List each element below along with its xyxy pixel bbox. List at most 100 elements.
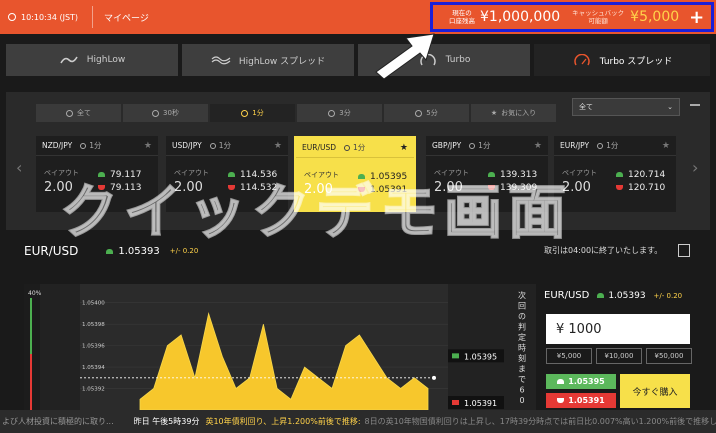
card-pair: EUR/USD — [302, 143, 336, 152]
payout-value: 2.00 — [44, 180, 73, 195]
low-price: 139.309 — [488, 181, 537, 194]
up-icon — [106, 248, 114, 254]
clock-icon — [415, 109, 423, 117]
tab-highlow-spread[interactable]: HighLow スプレッド — [182, 44, 354, 76]
trade-change: +/- 0.20 — [653, 291, 683, 300]
quick-amount-5000[interactable]: ¥5,000 — [546, 348, 592, 364]
up-icon — [557, 379, 565, 384]
app-root: 10:10:34 (JST) マイページ 現在の 口座残高 ¥1,000,000… — [0, 0, 716, 433]
asset-card-eurusd[interactable]: EUR/USD 1分 ★ ペイアウト 2.00 1.05395 1.05391 — [294, 136, 416, 212]
star-icon[interactable]: ★ — [400, 143, 408, 153]
chart-canvas: 40% 1.05400 1.05398 1.05396 1.05394 1.05392 1.… — [24, 284, 526, 410]
countdown-char: 回 — [518, 302, 526, 311]
price-chart[interactable]: 40% 1.05400 1.05398 1.05396 1.05394 1.05392 1.… — [24, 284, 536, 410]
chevron-left-icon[interactable]: ‹ — [16, 158, 22, 177]
product-tabs: HighLow HighLow スプレッド Turbo Turbo スプレッド — [0, 44, 716, 76]
quick-amount-50000[interactable]: ¥50,000 — [646, 348, 692, 364]
quote-price: 1.05393 — [106, 246, 160, 257]
card-pair: GBP/JPY — [432, 141, 462, 150]
down-icon — [228, 185, 235, 190]
deposit-plus-button[interactable]: + — [689, 7, 704, 28]
high-price: 139.313 — [488, 168, 537, 181]
low-ratio-bar — [30, 354, 32, 410]
period-all[interactable]: 全て — [36, 104, 121, 122]
up-icon — [228, 172, 235, 177]
up-icon — [452, 353, 459, 359]
star-icon[interactable]: ★ — [144, 141, 152, 151]
expiry-note: 取引は04:00に終了いたします。 — [544, 246, 663, 255]
countdown-char: 6 — [519, 386, 524, 395]
period-1m[interactable]: 1分 — [210, 104, 295, 122]
down-icon — [358, 187, 365, 192]
mypage-link[interactable]: マイページ — [104, 0, 149, 34]
spread-icon — [211, 56, 231, 65]
period-5m[interactable]: 5分 — [384, 104, 469, 122]
down-icon — [488, 185, 495, 190]
low-button[interactable]: 1.05391 — [546, 393, 616, 408]
countdown-char: 時 — [518, 344, 526, 353]
top-bar: 10:10:34 (JST) マイページ 現在の 口座残高 ¥1,000,000… — [0, 0, 716, 34]
asset-card-nzdjpy[interactable]: NZD/JPY 1分 ★ ペイアウト 2.00 79.117 79.113 — [36, 136, 158, 212]
low-price: 114.532 — [228, 181, 277, 194]
countdown-char: 判 — [518, 322, 526, 332]
countdown-char: 0 — [519, 396, 524, 405]
asset-card-usdjpy[interactable]: USD/JPY 1分 ★ ペイアウト 2.00 114.536 114.532 — [166, 136, 288, 212]
asset-card-eurjpy[interactable]: EUR/JPY 1分 ★ ペイアウト 2.00 120.714 120.710 — [554, 136, 676, 212]
amount-input[interactable]: ¥ 1000 — [546, 314, 690, 344]
countdown-char: で — [518, 375, 526, 384]
chevron-right-icon[interactable]: › — [692, 158, 698, 177]
high-price: 1.05395 — [358, 170, 407, 183]
clock-icon — [241, 109, 249, 117]
down-icon — [616, 185, 623, 190]
balance-value: ¥1,000,000 — [480, 9, 561, 25]
up-icon — [358, 174, 365, 179]
down-icon — [98, 185, 105, 190]
info-icon[interactable] — [678, 244, 690, 257]
payout-label: ペイアウト — [44, 169, 79, 177]
period-3m[interactable]: 3分 — [297, 104, 382, 122]
payout-value: 2.00 — [562, 180, 591, 195]
payout-value: 2.00 — [434, 180, 463, 195]
y-tick-label: 1.05400 — [82, 301, 105, 307]
low-price: 79.113 — [98, 181, 142, 194]
quote-pair: EUR/USD — [24, 244, 79, 258]
low-price: 1.05391 — [358, 183, 407, 196]
trade-price: 1.05393 — [597, 291, 646, 301]
clock-icon — [328, 109, 336, 117]
star-icon[interactable]: ★ — [274, 141, 282, 151]
y-tick-label: 1.05392 — [82, 387, 105, 393]
high-button[interactable]: 1.05395 — [546, 374, 616, 389]
low-price: 120.710 — [616, 181, 665, 194]
high-price: 79.117 — [98, 168, 142, 181]
period-filter: 全て 30秒 1分 3分 5分 ★ お気に入り — [36, 104, 556, 122]
pointer-arrow-icon — [375, 33, 435, 80]
collapse-icon[interactable] — [690, 104, 700, 106]
low-tag-label: 1.05391 — [464, 399, 497, 408]
news-ticker[interactable]: よび人材投資に積極的に取り... 昨日 午後5時39分 英10年債利回り、上昇1… — [0, 410, 716, 433]
quick-amount-10000[interactable]: ¥10,000 — [596, 348, 642, 364]
up-icon — [616, 172, 623, 177]
balance-panel: 現在の 口座残高 ¥1,000,000 キャッシュバック 可能額 ¥5,000 … — [430, 2, 714, 32]
clock-time: 10:10:34 (JST) — [21, 12, 79, 22]
star-icon[interactable]: ★ — [662, 141, 670, 151]
star-icon[interactable]: ★ — [534, 141, 542, 151]
clock-icon — [80, 142, 87, 149]
payout-label: ペイアウト — [304, 171, 339, 179]
tab-highlow[interactable]: HighLow — [6, 44, 178, 76]
period-30s[interactable]: 30秒 — [123, 104, 208, 122]
highlow-icon — [60, 56, 78, 64]
buy-now-button[interactable]: 今すぐ購入 — [620, 374, 690, 408]
countdown-char: 次 — [518, 290, 526, 300]
asset-card-gbpjpy[interactable]: GBP/JPY 1分 ★ ペイアウト 2.00 139.313 139.309 — [426, 136, 548, 212]
payout-label: ペイアウト — [562, 169, 597, 177]
asset-filter-select[interactable]: 全て ⌄ — [572, 98, 680, 116]
payout-label: ペイアウト — [434, 169, 469, 177]
ticker-prev: よび人材投資に積極的に取り... — [2, 417, 114, 426]
ticker-body: 8日の英10年物国債利回りは上昇し、17時39分時点では前日比0.007%高い1… — [364, 417, 716, 426]
tab-turbo-spread[interactable]: Turbo スプレッド — [534, 44, 710, 76]
quote-change: +/- 0.20 — [169, 247, 199, 255]
countdown-char: ま — [518, 365, 526, 374]
card-pair: USD/JPY — [172, 141, 202, 150]
period-favorites[interactable]: ★ お気に入り — [471, 104, 556, 122]
asset-panel: 全て 30秒 1分 3分 5分 ★ お気に入り 全て ⌄ ‹ › NZD/JPY 1… — [6, 92, 710, 230]
